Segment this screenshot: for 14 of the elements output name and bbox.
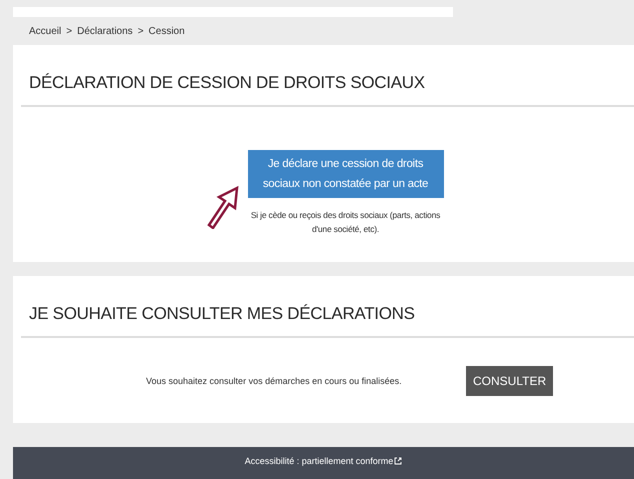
breadcrumb-separator: > <box>138 26 144 36</box>
breadcrumb-link[interactable]: Déclarations <box>77 26 133 36</box>
external-link-icon <box>394 457 402 465</box>
breadcrumb-separator: > <box>66 26 72 36</box>
consult-button[interactable]: CONSULTER <box>466 366 554 396</box>
breadcrumb-link[interactable]: Accueil <box>29 26 62 36</box>
section-title: JE SOUHAITE CONSULTER MES DÉCLARATIONS <box>28 303 416 325</box>
arrow-icon <box>205 185 239 229</box>
section-title: DÉCLARATION DE CESSION DE DROITS SOCIAUX <box>28 72 426 94</box>
description-text: Si je cède ou reçois des droits sociaux (parts, actions d'une société, etc). <box>250 209 442 236</box>
accessibility-link[interactable]: Accessibilité : partiellement conforme <box>244 456 402 466</box>
declare-button[interactable]: Je déclare une cession de droits sociaux non constatée par un acte <box>248 150 444 198</box>
consult-text: Vous souhaitez consulter vos démarches en cours ou finalisées. <box>146 376 403 386</box>
breadcrumb-current: Cession <box>148 26 185 36</box>
